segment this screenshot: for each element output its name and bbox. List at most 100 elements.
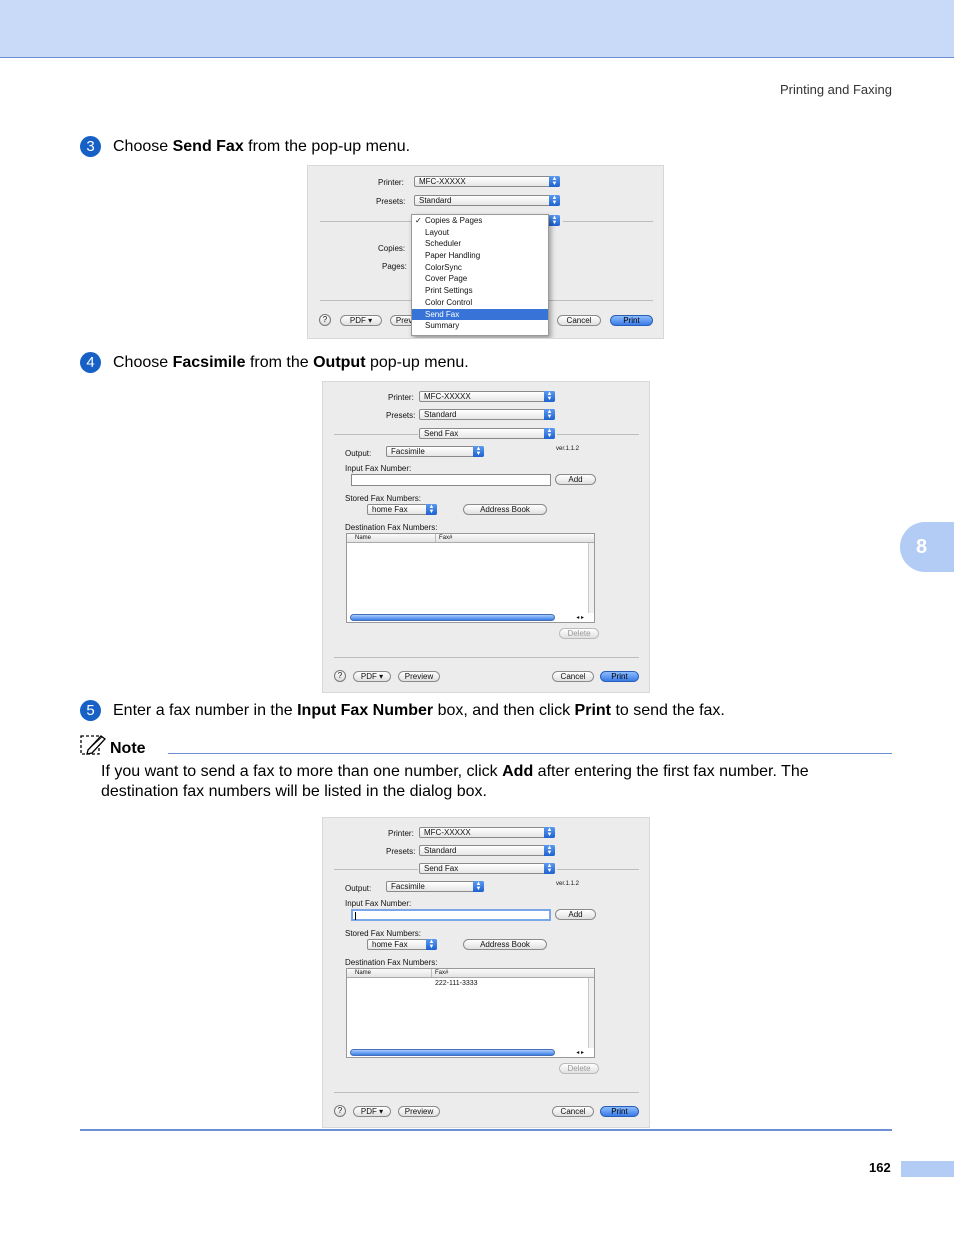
note-line-2: destination fax numbers will be listed i… — [101, 783, 487, 800]
destination-table[interactable]: Name Fax# 222-111-3333 ◂ ▸ — [346, 968, 595, 1058]
printer-label: Printer: — [388, 829, 414, 838]
vertical-scrollbar[interactable] — [588, 543, 594, 613]
step-number: 4 — [80, 352, 101, 373]
presets-label: Presets: — [386, 411, 416, 420]
cancel-button[interactable]: Cancel — [552, 1106, 594, 1117]
presets-popup[interactable]: Standard ▲ ▼ — [419, 409, 555, 420]
send-fax-dialog-screenshot: Printer: MFC-XXXXX ▲ ▼ Presets: Standard ▲ ▼… — [322, 381, 650, 693]
popup-arrows-icon: ▲ ▼ — [544, 428, 555, 439]
destination-fax-label: Destination Fax Numbers: — [345, 523, 438, 532]
separator — [320, 221, 413, 222]
input-fax-field[interactable] — [351, 474, 551, 486]
separator — [334, 1092, 639, 1093]
note-pencil-icon — [80, 735, 106, 755]
print-button[interactable]: Print — [610, 315, 653, 326]
stored-fax-label: Stored Fax Numbers: — [345, 494, 422, 503]
printer-popup[interactable]: MFC-XXXXX ▲ ▼ — [414, 176, 560, 187]
scroll-arrows-icon[interactable]: ◂ ▸ — [576, 614, 584, 621]
input-fax-field[interactable] — [351, 909, 551, 921]
separator — [334, 434, 418, 435]
horizontal-scrollbar[interactable] — [350, 614, 555, 621]
fax-cell: 222-111-3333 — [435, 980, 478, 987]
section-title: Printing and Faxing — [779, 82, 892, 97]
presets-popup[interactable]: Standard ▲ ▼ — [419, 845, 555, 856]
scroll-arrows-icon[interactable]: ◂ ▸ — [576, 1049, 584, 1056]
stored-fax-popup[interactable]: home Fax ▲ ▼ — [367, 939, 437, 950]
menu-item-scheduler[interactable]: Scheduler — [412, 238, 548, 250]
pdf-button[interactable]: PDF ▾ — [340, 315, 382, 326]
menu-item-paper-handling[interactable]: Paper Handling — [412, 250, 548, 262]
panel-popup[interactable]: Send Fax ▲ ▼ — [419, 863, 555, 874]
destination-table[interactable]: Name Fax# ◂ ▸ — [346, 533, 595, 623]
popup-arrows-icon: ▲ ▼ — [549, 215, 560, 226]
preview-button[interactable]: Preview — [398, 671, 440, 682]
add-button[interactable]: Add — [555, 909, 596, 920]
menu-item-color-control[interactable]: Color Control — [412, 297, 548, 309]
chapter-tab: 8 — [900, 522, 954, 572]
column-name: Name — [355, 535, 372, 541]
table-header: Name Fax# — [347, 969, 594, 978]
version-label: ver.1.1.2 — [556, 446, 580, 452]
panel-menu[interactable]: ✓ Copies & Pages Layout Scheduler Paper H… — [411, 214, 549, 336]
printer-label: Printer: — [388, 393, 414, 402]
popup-arrows-icon: ▲ ▼ — [549, 195, 560, 206]
address-book-button[interactable]: Address Book — [463, 504, 547, 515]
output-label: Output: — [345, 884, 372, 893]
separator — [334, 657, 639, 658]
panel-popup[interactable]: Send Fax ▲ ▼ — [419, 428, 555, 439]
help-button[interactable]: ? — [319, 314, 331, 326]
cancel-button[interactable]: Cancel — [557, 315, 601, 326]
page-tab — [901, 1161, 954, 1177]
menu-item-cover-page[interactable]: Cover Page — [412, 273, 548, 285]
stored-fax-popup[interactable]: home Fax ▲ ▼ — [367, 504, 437, 515]
help-button[interactable]: ? — [334, 1105, 346, 1117]
output-popup[interactable]: Facsimile ▲ ▼ — [386, 446, 484, 457]
help-button[interactable]: ? — [334, 670, 346, 682]
pages-label: Pages: — [382, 262, 407, 271]
add-button[interactable]: Add — [555, 474, 596, 485]
step-text: Enter a fax number in the Input Fax Numb… — [113, 701, 725, 719]
step-number: 3 — [80, 136, 101, 157]
menu-item-colorsync[interactable]: ColorSync — [412, 262, 548, 274]
input-fax-label: Input Fax Number: — [345, 464, 412, 473]
step-number: 5 — [80, 700, 101, 721]
horizontal-scrollbar[interactable] — [350, 1049, 555, 1056]
menu-item-summary[interactable]: Summary — [412, 320, 548, 332]
send-fax-dialog-filled-screenshot: Printer: MFC-XXXXX ▲ ▼ Presets: Standard ▲ ▼… — [322, 817, 650, 1128]
note-rule — [168, 753, 892, 754]
popup-arrows-icon: ▲ ▼ — [544, 845, 555, 856]
menu-item-layout[interactable]: Layout — [412, 227, 548, 239]
pdf-button[interactable]: PDF ▾ — [353, 1106, 391, 1117]
output-popup[interactable]: Facsimile ▲ ▼ — [386, 881, 484, 892]
version-label: ver.1.1.2 — [556, 881, 580, 887]
separator — [334, 869, 418, 870]
stored-fax-label: Stored Fax Numbers: — [345, 929, 422, 938]
output-label: Output: — [345, 449, 372, 458]
header-band — [0, 0, 954, 58]
delete-button[interactable]: Delete — [559, 1063, 599, 1074]
table-row[interactable]: 222-111-3333 — [435, 980, 478, 987]
pdf-button[interactable]: PDF ▾ — [353, 671, 391, 682]
menu-item-send-fax[interactable]: Send Fax — [412, 308, 548, 321]
popup-arrows-icon: ▲ ▼ — [473, 881, 484, 892]
print-button[interactable]: Print — [600, 671, 639, 682]
printer-popup[interactable]: MFC-XXXXX ▲ ▼ — [419, 827, 555, 838]
cancel-button[interactable]: Cancel — [552, 671, 594, 682]
popup-arrows-icon: ▲ ▼ — [473, 446, 484, 457]
step-3: 3 Choose Send Fax from the pop-up menu. — [80, 136, 410, 157]
text-cursor — [355, 912, 356, 920]
preview-button[interactable]: Preview — [398, 1106, 440, 1117]
vertical-scrollbar[interactable] — [588, 978, 594, 1048]
presets-popup[interactable]: Standard ▲ ▼ — [414, 195, 560, 206]
menu-item-print-settings[interactable]: Print Settings — [412, 285, 548, 297]
menu-item-copies-pages[interactable]: ✓ Copies & Pages — [412, 215, 548, 227]
print-button[interactable]: Print — [600, 1106, 639, 1117]
address-book-button[interactable]: Address Book — [463, 939, 547, 950]
page-number: 162 — [869, 1160, 891, 1175]
checkmark-icon: ✓ — [415, 216, 422, 225]
popup-arrows-icon: ▲ ▼ — [544, 391, 555, 402]
delete-button[interactable]: Delete — [559, 628, 599, 639]
separator — [557, 869, 639, 870]
printer-popup[interactable]: MFC-XXXXX ▲ ▼ — [419, 391, 555, 402]
popup-arrows-icon: ▲ ▼ — [426, 504, 437, 515]
